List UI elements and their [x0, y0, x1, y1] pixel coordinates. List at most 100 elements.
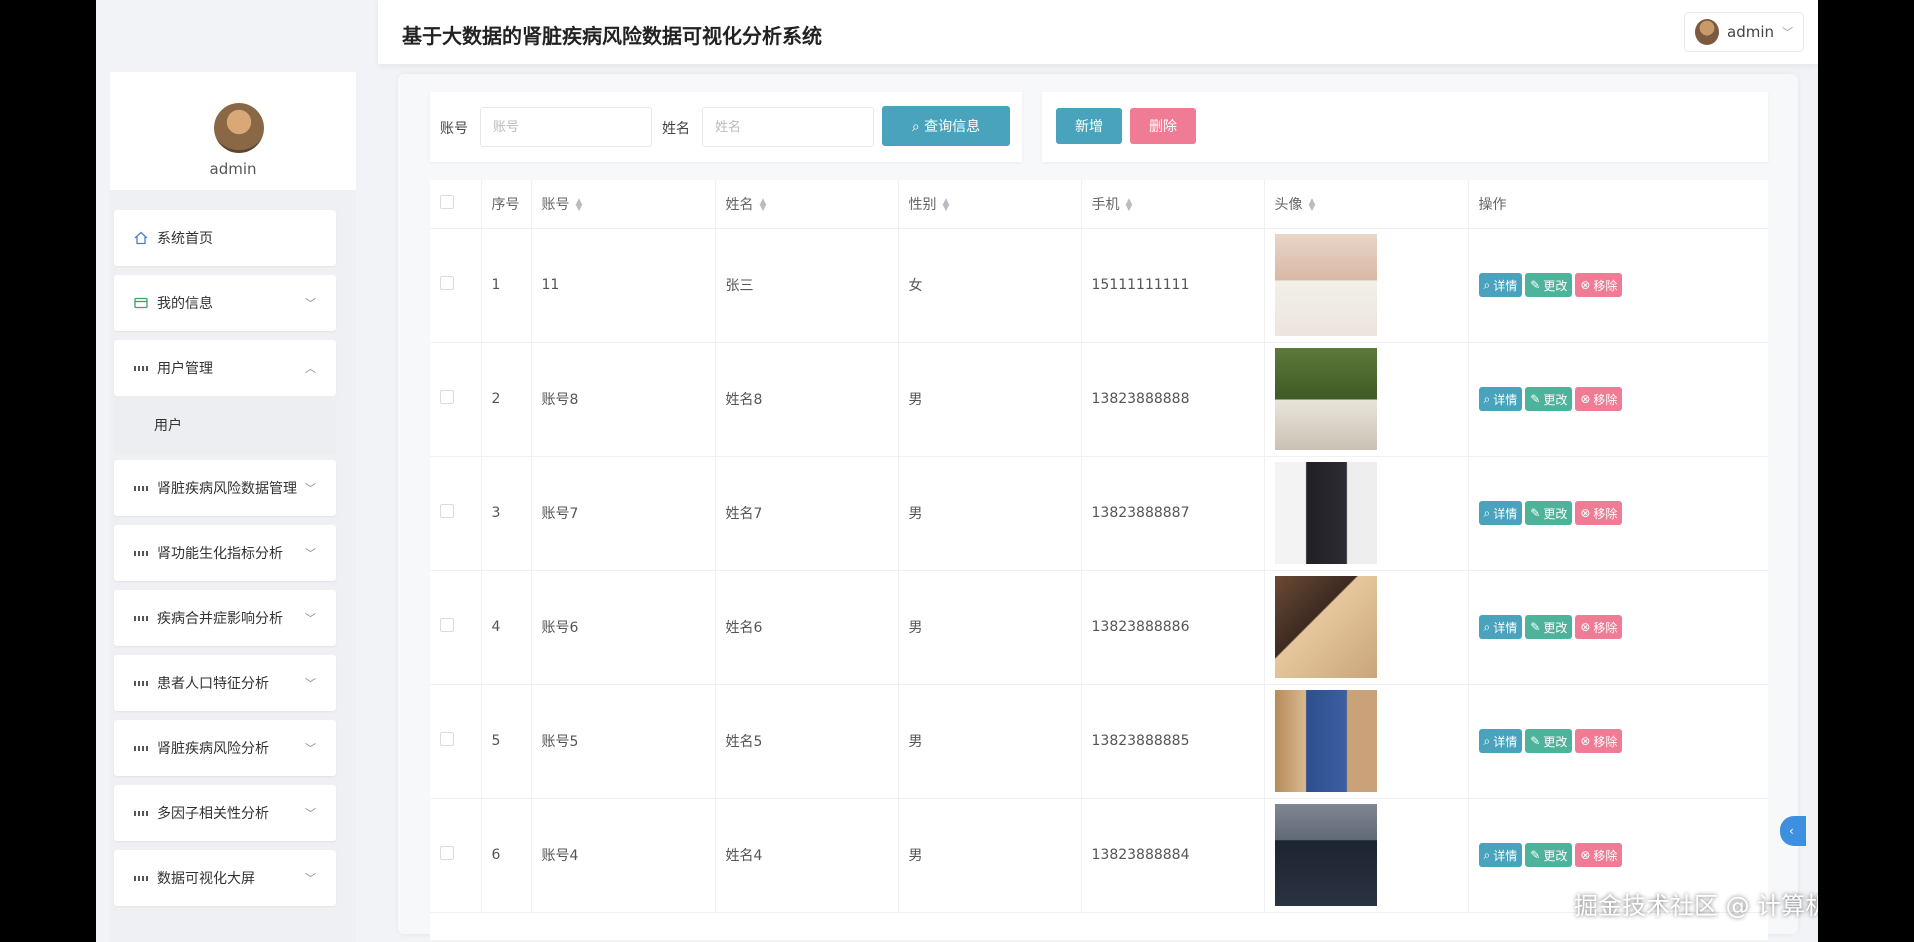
select-all-checkbox[interactable]	[440, 194, 454, 209]
detail-button[interactable]: ⌕ 详情	[1478, 501, 1523, 525]
collapse-toggle-button[interactable]: ‹	[1780, 816, 1806, 846]
row-phone: 13823888886	[1081, 570, 1265, 685]
table-row: 5 账号5 姓名5 男 13823888885 ⌕ 详情 ✎ 更改 ⊗ 移除	[430, 684, 1768, 799]
detail-button[interactable]: ⌕ 详情	[1478, 843, 1523, 867]
sort-icon[interactable]: ▲ ▼	[576, 197, 583, 212]
row-name: 姓名8	[715, 342, 899, 457]
sidebar-item-risk-data-management[interactable]: 肾脏疾病风险数据管理 ﹀	[114, 460, 336, 516]
detail-button[interactable]: ⌕ 详情	[1478, 387, 1523, 411]
column-header-name[interactable]: 姓名 ▲ ▼	[715, 180, 899, 229]
row-name: 姓名5	[715, 684, 899, 799]
row-actions: ⌕ 详情 ✎ 更改 ⊗ 移除	[1468, 684, 1768, 799]
table-row: 4 账号6 姓名6 男 13823888886 ⌕ 详情 ✎ 更改 ⊗ 移除	[430, 570, 1768, 685]
edit-button-label: 更改	[1543, 734, 1568, 749]
pencil-icon: ✎	[1530, 392, 1541, 406]
edit-button[interactable]: ✎ 更改	[1525, 615, 1573, 639]
table-row: 1 11 张三 女 15111111111 ⌕ 详情 ✎ 更改 ⊗ 移除	[430, 228, 1768, 343]
sidebar-profile: admin	[110, 72, 356, 190]
remove-button[interactable]: ⊗ 移除	[1575, 729, 1623, 753]
chevron-down-icon: ﹀	[305, 297, 316, 310]
edit-button-label: 更改	[1543, 278, 1568, 293]
row-gender: 男	[898, 798, 1082, 913]
sort-icon[interactable]: ▲ ▼	[760, 197, 767, 212]
user-menu[interactable]: admin ﹀	[1684, 12, 1804, 52]
row-avatar-cell	[1264, 342, 1469, 457]
query-button[interactable]: ⌕ 查询信息	[882, 106, 1010, 146]
search-icon: ⌕	[1483, 277, 1491, 292]
sidebar-item-user-management[interactable]: 用户管理 ︿	[114, 340, 336, 396]
row-account: 账号8	[531, 342, 716, 457]
pencil-icon: ✎	[1530, 278, 1541, 292]
row-checkbox[interactable]	[440, 390, 454, 404]
grid-icon	[134, 741, 148, 755]
sidebar-item-renal-biochem-analysis[interactable]: 肾功能生化指标分析 ﹀	[114, 525, 336, 581]
remove-button[interactable]: ⊗ 移除	[1575, 273, 1623, 297]
sidebar-item-correlation-analysis[interactable]: 多因子相关性分析 ﹀	[114, 785, 336, 841]
row-checkbox[interactable]	[440, 504, 454, 518]
add-button[interactable]: 新增	[1056, 108, 1122, 144]
user-avatar	[1695, 19, 1719, 45]
sort-icon[interactable]: ▲ ▼	[1126, 197, 1133, 212]
row-checkbox[interactable]	[440, 618, 454, 632]
column-header-account[interactable]: 账号 ▲ ▼	[531, 180, 716, 229]
grid-icon	[134, 871, 148, 885]
name-search-input[interactable]	[702, 107, 874, 147]
search-bar: 账号 姓名 ⌕ 查询信息	[430, 92, 1022, 162]
row-index: 4	[481, 570, 532, 685]
sidebar-item-risk-analysis[interactable]: 肾脏疾病风险分析 ﹀	[114, 720, 336, 776]
chevron-down-icon: ﹀	[305, 742, 316, 755]
name-label: 姓名	[662, 121, 690, 137]
edit-button[interactable]: ✎ 更改	[1525, 843, 1573, 867]
sidebar-item-label: 数据可视化大屏	[157, 871, 255, 887]
remove-button[interactable]: ⊗ 移除	[1575, 387, 1623, 411]
sidebar-item-comorbidity-analysis[interactable]: 疾病合并症影响分析 ﹀	[114, 590, 336, 646]
row-actions: ⌕ 详情 ✎ 更改 ⊗ 移除	[1468, 228, 1768, 343]
row-avatar-photo	[1274, 576, 1377, 678]
grid-icon	[134, 806, 148, 820]
chevron-down-icon: ﹀	[305, 482, 316, 495]
row-checkbox[interactable]	[440, 276, 454, 290]
grid-icon	[134, 611, 148, 625]
table-row: 3 账号7 姓名7 男 13823888887 ⌕ 详情 ✎ 更改 ⊗ 移除	[430, 456, 1768, 571]
close-circle-icon: ⊗	[1580, 848, 1591, 862]
sidebar-item-my-info[interactable]: 我的信息 ﹀	[114, 275, 336, 331]
column-header-avatar[interactable]: 头像 ▲ ▼	[1264, 180, 1469, 229]
account-search-input[interactable]	[480, 107, 652, 147]
table-row: 2 账号8 姓名8 男 13823888888 ⌕ 详情 ✎ 更改 ⊗ 移除	[430, 342, 1768, 457]
detail-button[interactable]: ⌕ 详情	[1478, 273, 1523, 297]
edit-button[interactable]: ✎ 更改	[1525, 501, 1573, 525]
detail-button[interactable]: ⌕ 详情	[1478, 729, 1523, 753]
edit-button[interactable]: ✎ 更改	[1525, 729, 1573, 753]
sidebar: admin 系统首页 我的信息 ﹀ 用户管理 ︿ 用户 肾脏疾病风险数据管理 ﹀…	[110, 72, 356, 942]
row-avatar-photo	[1274, 462, 1377, 564]
edit-button[interactable]: ✎ 更改	[1525, 387, 1573, 411]
column-header-label: 账号	[541, 196, 570, 213]
sort-icon[interactable]: ▲ ▼	[943, 197, 950, 212]
row-phone: 13823888888	[1081, 342, 1265, 457]
row-select-cell	[430, 798, 482, 913]
edit-button[interactable]: ✎ 更改	[1525, 273, 1573, 297]
grid-icon	[134, 481, 148, 495]
remove-button[interactable]: ⊗ 移除	[1575, 501, 1623, 525]
search-icon: ⌕	[911, 119, 920, 135]
sidebar-item-demographics-analysis[interactable]: 患者人口特征分析 ﹀	[114, 655, 336, 711]
delete-button[interactable]: 删除	[1130, 108, 1196, 144]
sidebar-subitem-user[interactable]: 用户	[114, 396, 336, 454]
query-button-label: 查询信息	[924, 119, 981, 135]
column-header-phone[interactable]: 手机 ▲ ▼	[1081, 180, 1265, 229]
remove-button[interactable]: ⊗ 移除	[1575, 843, 1623, 867]
row-checkbox[interactable]	[440, 732, 454, 746]
column-header-gender[interactable]: 性别 ▲ ▼	[898, 180, 1082, 229]
row-checkbox[interactable]	[440, 846, 454, 860]
sidebar-item-label: 肾脏疾病风险数据管理	[157, 481, 297, 497]
sort-icon[interactable]: ▲ ▼	[1309, 197, 1316, 212]
sidebar-item-dashboard[interactable]: 数据可视化大屏 ﹀	[114, 850, 336, 906]
avatar[interactable]	[214, 103, 264, 153]
detail-button-label: 详情	[1493, 506, 1518, 521]
detail-button[interactable]: ⌕ 详情	[1478, 615, 1523, 639]
sidebar-item-home[interactable]: 系统首页	[114, 210, 336, 266]
remove-button[interactable]: ⊗ 移除	[1575, 615, 1623, 639]
sidebar-item-label: 系统首页	[157, 231, 213, 247]
row-actions: ⌕ 详情 ✎ 更改 ⊗ 移除	[1468, 456, 1768, 571]
close-circle-icon: ⊗	[1580, 392, 1591, 406]
